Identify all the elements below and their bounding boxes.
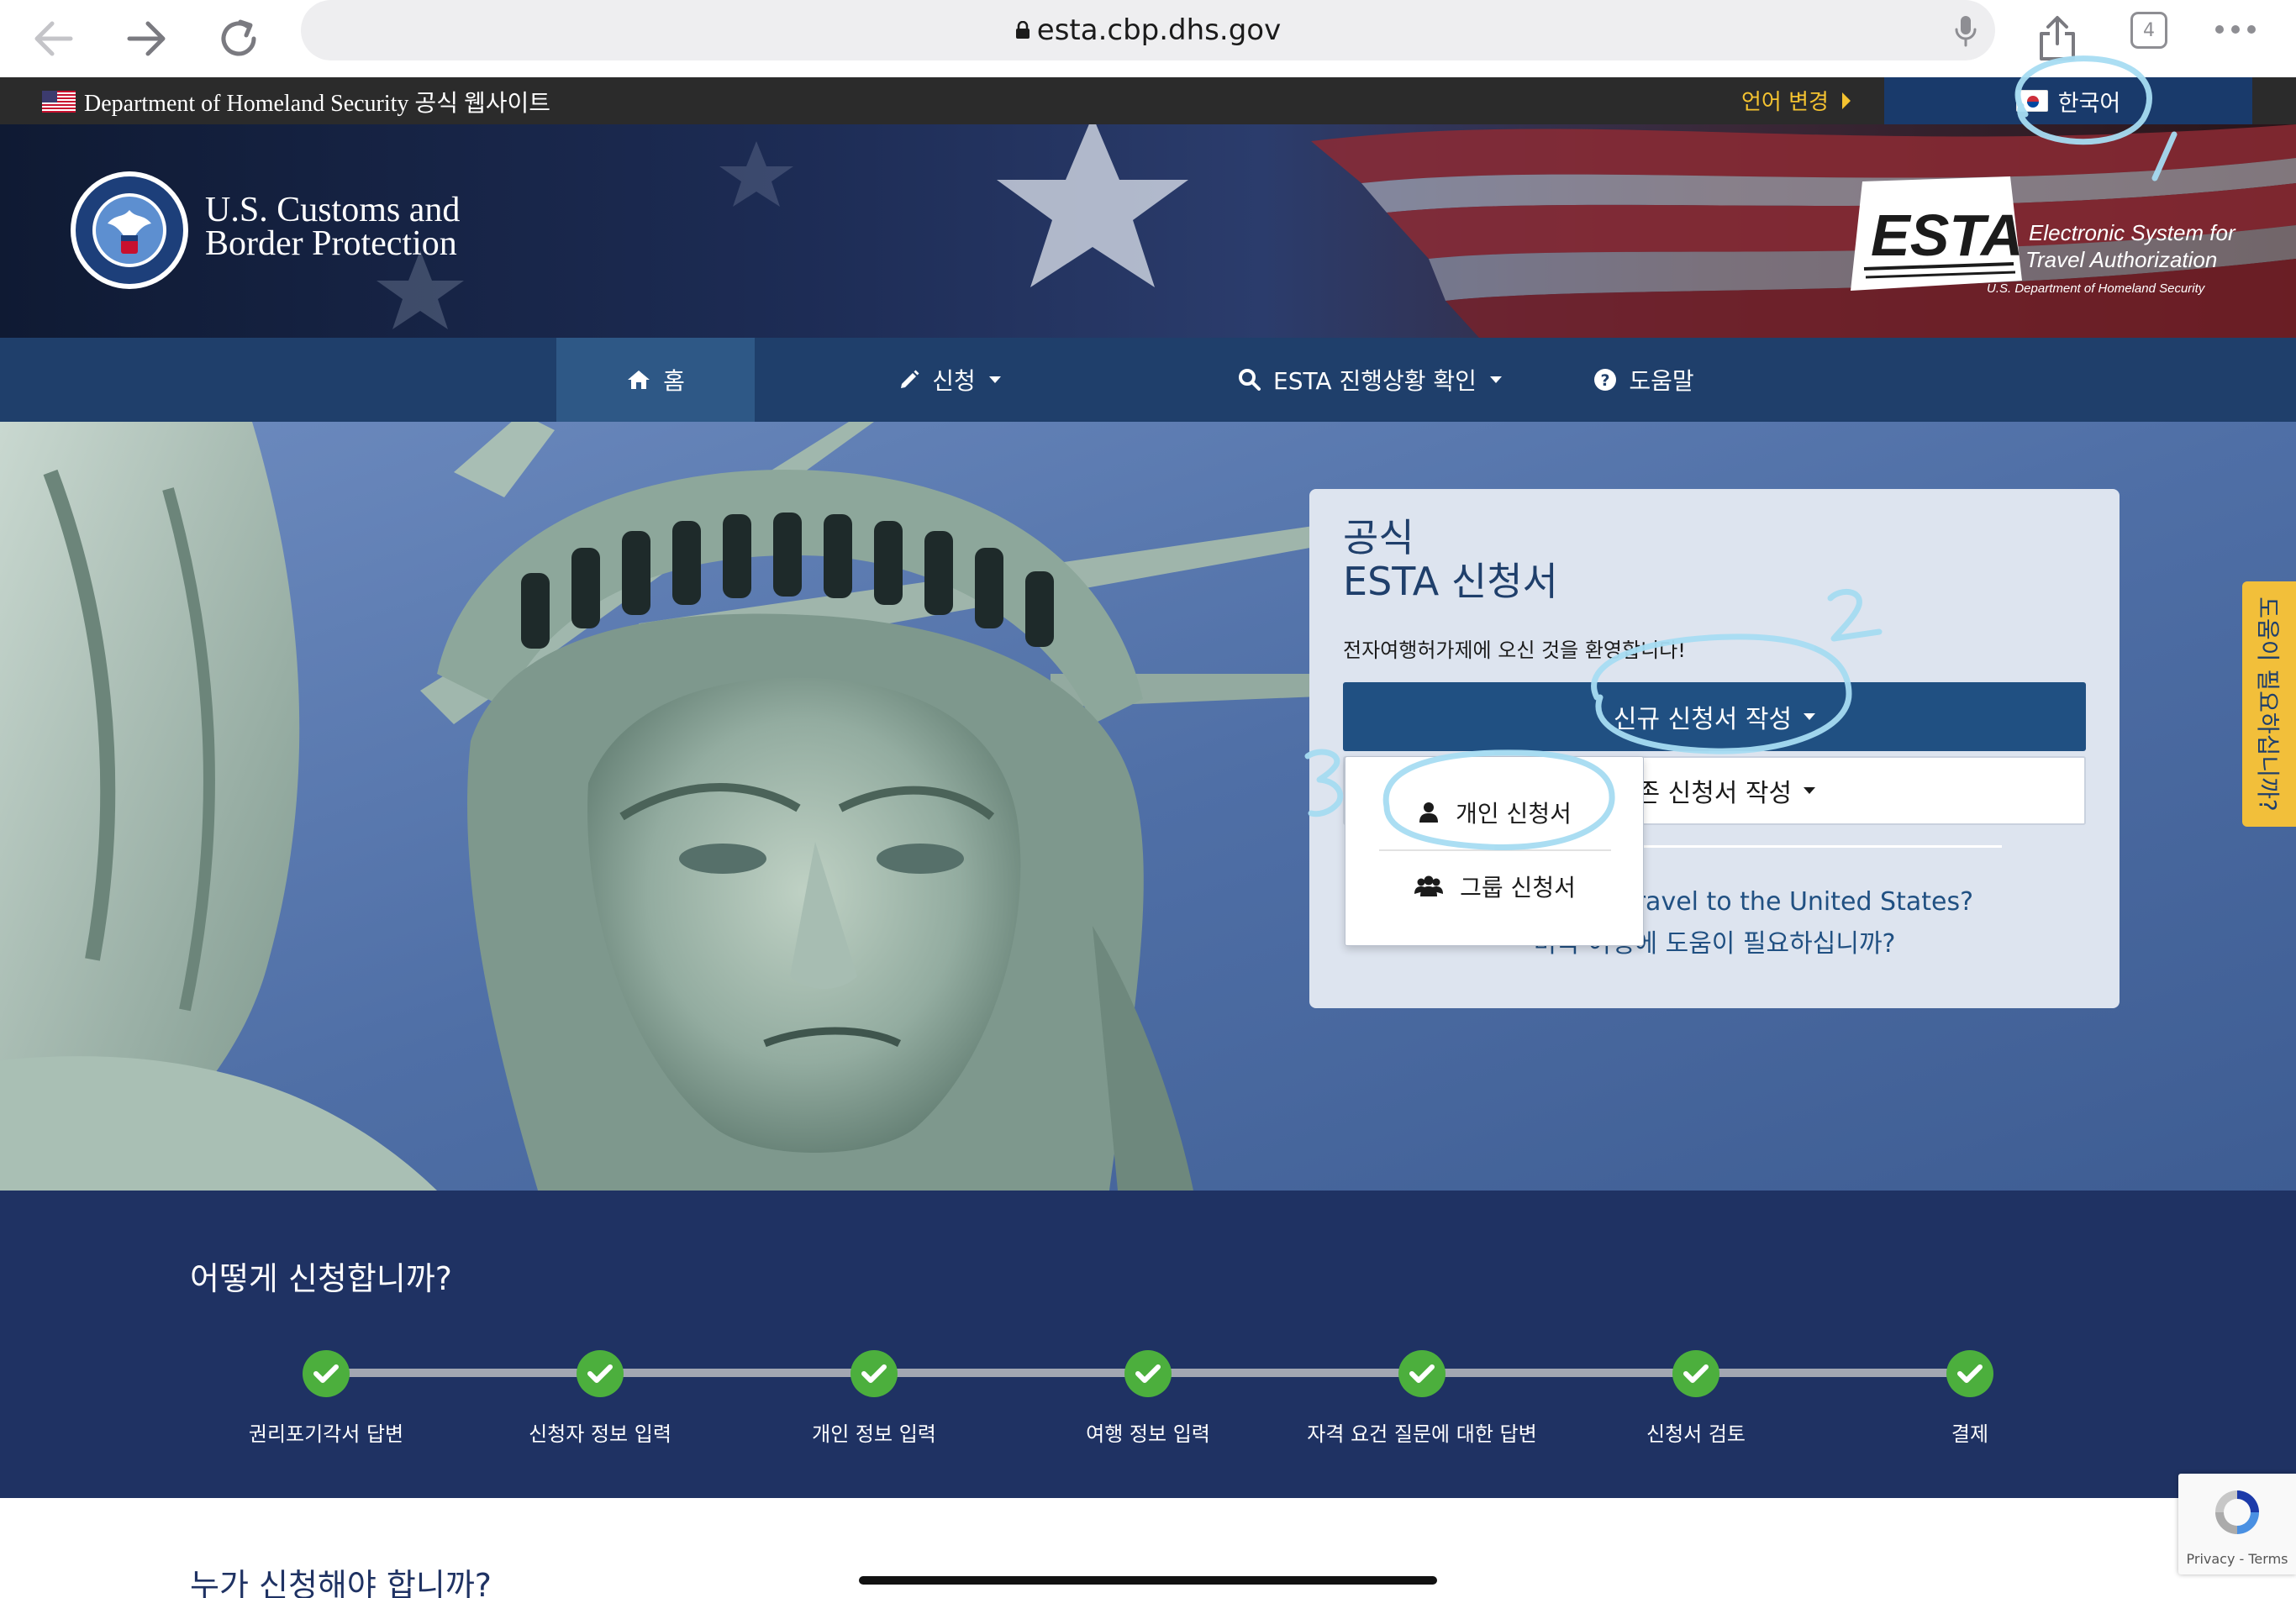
users-icon [1414,875,1444,896]
home-icon [628,371,650,389]
korea-flag-icon [2015,90,2048,112]
step-label: 권리포기각서 답변 [248,1422,404,1446]
recaptcha-icon [2215,1490,2259,1534]
lock-icon [1015,21,1030,39]
step-check-icon [303,1350,350,1397]
group-application-option[interactable]: 그룹 신청서 [1345,851,1645,922]
step-label: 신청서 검토 [1646,1422,1746,1446]
step-label: 신청자 정보 입력 [529,1422,671,1446]
more-options-icon[interactable] [2215,25,2256,34]
welcome-text: 전자여행허가제에 오신 것을 환영합니다! [1343,639,1686,662]
new-application-dropdown: 개인 신청서 그룹 신청서 [1345,756,1644,946]
tabs-button[interactable]: 4 [2130,12,2167,49]
gov-banner-text: Department of Homeland Security 공식 웹사이트 [84,91,550,117]
site-header: U.S. Customs and Border Protection ESTA … [0,124,2296,338]
chevron-down-icon [1804,713,1816,720]
step-label: 여행 정보 입력 [1086,1422,1210,1446]
chevron-down-icon [1804,787,1816,794]
panel-heading: 공식 ESTA 신청서 [1343,516,1558,603]
language-selector[interactable]: 한국어 [1884,77,2252,124]
esta-wordmark: ESTA [1871,202,2024,268]
new-application-label: 신규 신청서 작성 [1613,705,1793,734]
agency-name: U.S. Customs and Border Protection [205,191,461,263]
esta-logo: ESTA Electronic System for Travel Author… [1851,176,2236,296]
change-language-label: 언어 변경 [1741,90,1829,115]
esta-tagline-2: Travel Authorization [2025,247,2217,272]
panel-heading-line2: ESTA 신청서 [1343,559,1558,604]
svg-text:?: ? [1601,371,1610,390]
change-language-link[interactable]: 언어 변경 [1741,85,1852,116]
nav-apply[interactable]: 신청 [840,338,1059,422]
who-should-apply-title: 누가 신청해야 합니까? [190,1567,492,1598]
current-language: 한국어 [2057,90,2121,117]
nav-check-status-label: ESTA 진행상황 확인 [1273,367,1477,395]
chevron-down-icon [1489,376,1502,383]
step-label: 개인 정보 입력 [812,1422,936,1446]
esta-tagline-3: U.S. Department of Homeland Security [1987,281,2206,296]
pencil-icon [901,370,919,388]
step-check-icon [577,1350,624,1397]
tab-count: 4 [2143,19,2155,41]
step-check-icon [1124,1350,1172,1397]
how-to-apply-title: 어떻게 신청합니까? [190,1260,452,1297]
nav-home-label: 홈 [663,367,685,395]
question-circle-icon: ? [1594,369,1617,391]
reload-icon[interactable] [205,5,272,72]
esta-tagline-1: Electronic System for [2029,220,2236,245]
step-label: 자격 요건 질문에 대한 답변 [1307,1422,1537,1446]
panel-heading-line1: 공식 [1343,515,1414,560]
chevron-down-icon [988,376,1001,383]
user-icon [1419,802,1439,823]
url-text: esta.cbp.dhs.gov [1036,13,1282,47]
individual-application-label: 개인 신청서 [1456,800,1572,828]
agency-name-line1: U.S. Customs and [205,191,461,229]
us-flag-icon [42,91,76,113]
nav-help-label: 도움말 [1629,367,1694,395]
step-check-icon [1946,1350,1993,1397]
forward-arrow-icon[interactable] [113,5,180,72]
need-help-side-tab[interactable]: 도움이 필요하십니까? [2242,581,2296,827]
nav-apply-label: 신청 [932,367,976,395]
share-icon[interactable] [2024,5,2091,72]
need-help-label: 도움이 필요하십니까? [2254,597,2282,812]
step-check-icon [850,1350,898,1397]
how-to-apply-section: 어떻게 신청합니까? 권리포기각서 답변 신청자 정보 입력 개인 정보 입력 여행 … [0,1191,2296,1498]
microphone-icon[interactable] [1955,15,1977,47]
recaptcha-text: Privacy - Terms [2186,1551,2288,1567]
individual-application-option[interactable]: 개인 신청서 [1345,777,1645,848]
recaptcha-badge[interactable]: Privacy - Terms [2178,1474,2296,1574]
home-indicator [859,1576,1437,1585]
back-arrow-icon[interactable] [20,5,87,72]
new-application-button[interactable]: 신규 신청서 작성 [1343,682,2086,751]
main-nav: 홈 신청 ESTA 진행상황 확인 ? 도움말 [0,338,2296,422]
browser-toolbar: esta.cbp.dhs.gov 4 [0,0,2296,77]
agency-name-line2: Border Protection [205,224,457,263]
group-application-label: 그룹 신청서 [1460,874,1576,902]
search-icon [1239,369,1261,391]
dhs-seal-icon [71,171,188,289]
caret-right-icon [1841,92,1851,109]
step-check-icon [1398,1350,1446,1397]
step-label: 결제 [1951,1422,1989,1446]
step-check-icon [1672,1350,1719,1397]
address-bar[interactable]: esta.cbp.dhs.gov [301,0,1995,60]
nav-home[interactable]: 홈 [556,338,755,422]
nav-check-status[interactable]: ESTA 진행상황 확인 [1193,338,1546,422]
nav-help[interactable]: ? 도움말 [1577,338,1711,422]
